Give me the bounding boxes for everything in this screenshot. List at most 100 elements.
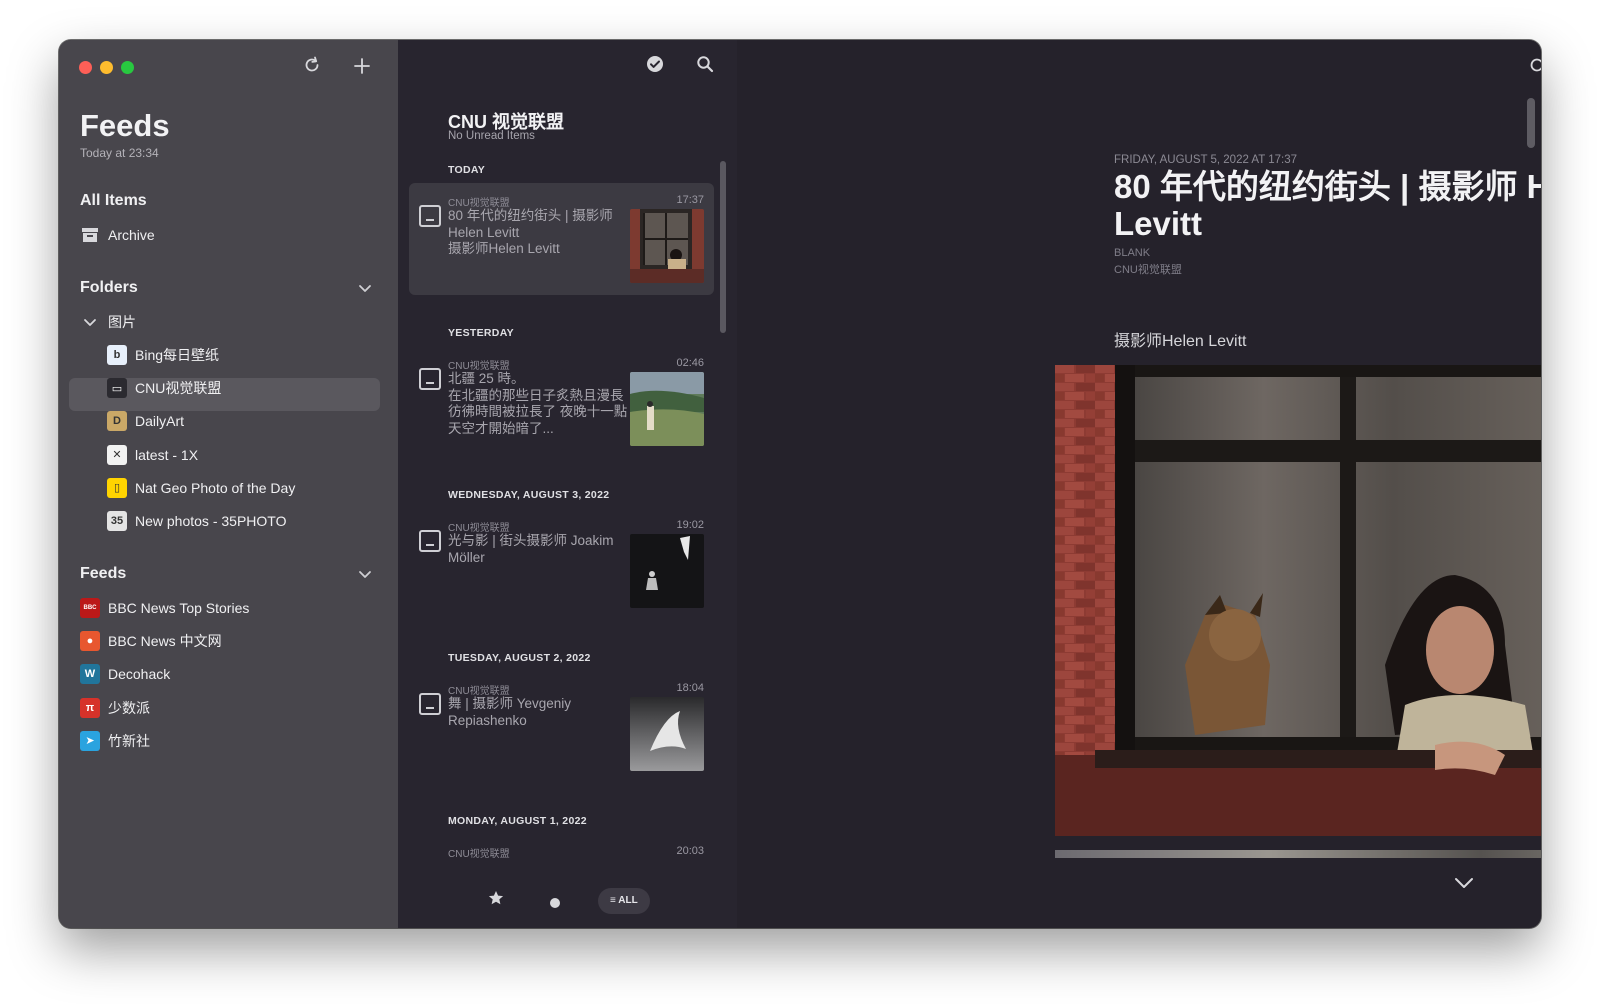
sidebar: Feeds Today at 23:34 All Items Archive F… — [59, 40, 398, 928]
oneX-icon: ✕ — [107, 444, 127, 465]
list-filter-bar: ≡ ALL — [398, 876, 737, 928]
day-header: MONDAY, AUGUST 1, 2022 — [448, 815, 587, 827]
list-scrollbar[interactable] — [720, 161, 726, 333]
article-card[interactable]: CNU视觉联盟 17:37 80 年代的纽约街头 | 摄影师 Helen Lev… — [409, 183, 714, 295]
article-card[interactable]: CNU视觉联盟 18:04 舞 | 摄影师 Yevgeniy Repiashen… — [409, 671, 714, 783]
wordpress-icon: W — [80, 664, 100, 685]
bbc-icon: BBC — [80, 598, 100, 618]
bing-icon: b — [107, 345, 127, 365]
day-header: WEDNESDAY, AUGUST 3, 2022 — [448, 489, 610, 501]
sidebar-item-label: Bing每日壁纸 — [135, 347, 220, 363]
day-header: TUESDAY, AUGUST 2, 2022 — [448, 652, 591, 664]
sspai-icon: π — [80, 697, 100, 718]
sidebar-item-bbc-chinese[interactable]: ● BBC News 中文网 — [80, 626, 222, 656]
article-thumbnail — [630, 697, 704, 771]
folders-section-header: Folders — [80, 279, 138, 296]
article-date: FRIDAY, AUGUST 5, 2022 AT 17:37 — [1114, 154, 1298, 166]
article-title: 北疆 25 時。 在北疆的那些日子炙熱且漫長 彷彿時間被拉長了 夜晚十一點天空才… — [448, 371, 628, 437]
window-controls — [79, 61, 134, 74]
article-time: 02:46 — [676, 357, 704, 369]
article-author: BLANK — [1114, 247, 1151, 259]
article-headline: 光与影 | 街头摄影师 Joakim Möller — [448, 533, 614, 565]
cnu-icon — [419, 530, 441, 552]
telegram-icon: ➤ — [80, 730, 100, 751]
second-article-photo — [1055, 850, 1541, 858]
unread-status: No Unread Items — [448, 130, 535, 142]
dailyart-icon: D — [107, 411, 127, 432]
article-time: 17:37 — [676, 194, 704, 206]
sidebar-item-label: latest - 1X — [135, 446, 199, 463]
sidebar-item-bbc[interactable]: BBC BBC News Top Stories — [80, 593, 249, 623]
archive-icon — [80, 225, 100, 245]
last-updated: Today at 23:34 — [80, 146, 159, 160]
bbc-chinese-icon: ● — [80, 631, 100, 652]
article-headline: 北疆 25 時。 — [448, 371, 525, 386]
article-caption: 摄影师Helen Levitt — [1114, 333, 1247, 350]
refresh-icon[interactable] — [300, 55, 324, 79]
sidebar-item-natgeo[interactable]: ▯ Nat Geo Photo of the Day — [107, 473, 295, 503]
day-header: YESTERDAY — [448, 327, 514, 339]
article-thumbnail — [630, 534, 704, 608]
article-excerpt: 摄影师Helen Levitt — [448, 241, 560, 256]
sidebar-item-telegram[interactable]: ➤ 竹新社 — [80, 726, 150, 756]
sidebar-item-35photo[interactable]: 35 New photos - 35PHOTO — [107, 506, 286, 536]
search-icon[interactable] — [693, 55, 717, 79]
next-article-chevron-icon[interactable] — [1454, 876, 1474, 894]
article-headline: 舞 | 摄影师 Yevgeniy Repiashenko — [448, 696, 572, 728]
article-reader: BR FRIDAY, AUGUST 5, 2022 AT 17:37 80 年代… — [737, 40, 1541, 928]
article-excerpt: 在北疆的那些日子炙熱且漫長 彷彿時間被拉長了 夜晚十一點天空才開始暗了... — [448, 387, 628, 436]
sidebar-item-archive[interactable]: Archive — [80, 220, 155, 250]
sidebar-item-all-items[interactable]: All Items — [80, 186, 147, 216]
sidebar-item-label: 竹新社 — [108, 732, 150, 749]
unread-filter-icon[interactable] — [550, 898, 560, 908]
article-card[interactable]: CNU视觉联盟 19:02 光与影 | 街头摄影师 Joakim Möller — [409, 508, 714, 620]
sidebar-item-oneX[interactable]: ✕ latest - 1X — [107, 440, 198, 470]
article-time: 19:02 — [676, 519, 704, 531]
article-headline: 80 年代的纽约街头 | 摄影师 Helen Levitt — [448, 208, 613, 240]
app-window: Feeds Today at 23:34 All Items Archive F… — [59, 40, 1541, 928]
cnu-icon: ▭ — [107, 378, 127, 399]
zoom-window-button[interactable] — [121, 61, 134, 74]
close-window-button[interactable] — [79, 61, 92, 74]
article-feed-name: CNU视觉联盟 — [1114, 264, 1182, 276]
folder-pictures[interactable]: 图片 — [80, 307, 136, 337]
cnu-icon — [419, 693, 441, 715]
article-source: CNU视觉联盟 — [448, 849, 510, 858]
mark-all-read-icon[interactable] — [643, 55, 667, 79]
chevron-down-icon[interactable] — [80, 312, 100, 332]
unread-toggle-icon[interactable] — [1524, 55, 1541, 79]
all-filter-button[interactable]: ≡ ALL — [598, 888, 650, 914]
folder-label: 图片 — [108, 314, 136, 330]
folders-collapse-chevron-icon[interactable] — [358, 281, 372, 295]
sidebar-item-dailyart[interactable]: D DailyArt — [107, 406, 184, 436]
cnu-icon — [419, 205, 441, 227]
article-time: 18:04 — [676, 682, 704, 694]
all-filter-label: ALL — [618, 895, 638, 906]
feeds-collapse-chevron-icon[interactable] — [358, 567, 372, 581]
article-source: CNU视觉联盟 — [448, 198, 510, 209]
sidebar-item-bing[interactable]: b Bing每日壁纸 — [107, 340, 219, 370]
minimize-window-button[interactable] — [100, 61, 113, 74]
article-card[interactable]: CNU视觉联盟 02:46 北疆 25 時。 在北疆的那些日子炙熱且漫長 彷彿時… — [409, 346, 714, 458]
sidebar-item-wordpress[interactable]: W Decohack — [80, 659, 170, 689]
article-title: 舞 | 摄影师 Yevgeniy Repiashenko — [448, 696, 628, 729]
list-lines-icon: ≡ — [610, 895, 616, 906]
sidebar-item-cnu[interactable]: ▭ CNU视觉联盟 — [107, 373, 221, 403]
add-feed-icon[interactable] — [350, 55, 374, 79]
sidebar-item-sspai[interactable]: π 少数派 — [80, 693, 150, 723]
all-items-label: All Items — [80, 192, 147, 209]
feeds-section-header: Feeds — [80, 565, 127, 582]
article-time: 20:03 — [676, 845, 704, 857]
sidebar-item-label: BBC News Top Stories — [108, 600, 250, 616]
sidebar-item-label: DailyArt — [135, 413, 185, 430]
article-source: CNU视觉联盟 — [448, 686, 510, 697]
article-photo — [1055, 365, 1541, 836]
article-card[interactable]: CNU视觉联盟 20:03 — [409, 834, 714, 858]
cnu-icon — [419, 368, 441, 390]
article-title: 光与影 | 街头摄影师 Joakim Möller — [448, 533, 628, 566]
article-thumbnail — [630, 372, 704, 446]
starred-filter-icon[interactable] — [488, 890, 504, 911]
archive-label: Archive — [108, 227, 155, 243]
natgeo-icon: ▯ — [107, 477, 127, 498]
reader-scrollbar[interactable] — [1527, 98, 1535, 148]
